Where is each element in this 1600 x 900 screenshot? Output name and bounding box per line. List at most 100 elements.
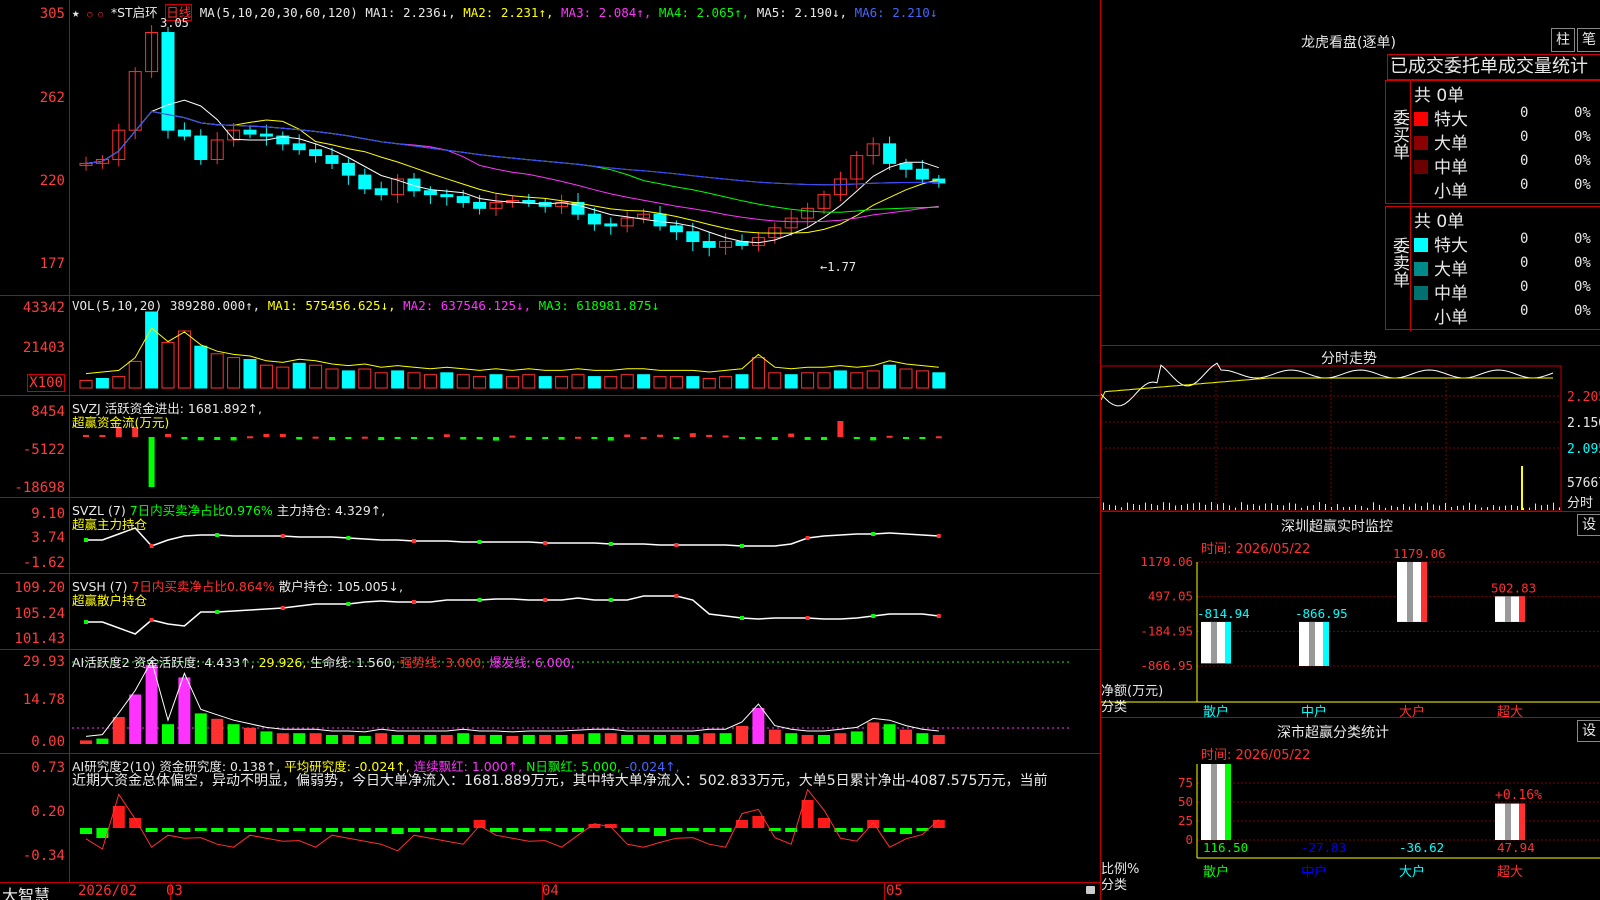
star-icon[interactable]: ★	[72, 5, 80, 20]
fenshi-volume-bar	[1523, 507, 1524, 510]
fenshi-volume-bar	[1175, 505, 1176, 510]
activity-bar	[506, 735, 519, 744]
research-bar	[358, 828, 371, 832]
lock-icon[interactable]	[1086, 886, 1095, 894]
volume-panel[interactable]: 43342 21403 X100 VOL(5,10,20) 389280.000…	[0, 296, 1100, 396]
holding-marker	[543, 541, 548, 545]
order-row-label: 中单	[1434, 158, 1468, 178]
activity-bar	[522, 735, 535, 744]
holding-marker	[674, 594, 679, 598]
activity-bar	[194, 713, 207, 744]
volume-bar	[883, 364, 897, 389]
x-axis-ticks	[170, 883, 171, 900]
activity-bar	[900, 729, 912, 744]
monitor-xlabel: 分类	[1101, 700, 1128, 715]
research-bar	[145, 828, 158, 832]
activity-bar	[604, 733, 617, 744]
order-row-value: 0	[1520, 129, 1529, 145]
svsh-ratio: 7日内买卖净占比0.864%	[131, 579, 275, 594]
ai-activity-panel[interactable]: 29.93 14.78 0.00 AI活跃度2 资金活跃度: 4.433↑, 2…	[0, 650, 1100, 754]
classify-chart[interactable]: 75 50 25 0 116.50 散户 -27.83 中户 -36.62 大户 47.94 超大	[1101, 718, 1600, 900]
fenshi-volume-bar	[1547, 504, 1548, 510]
fenshi-volume-bar	[1289, 502, 1290, 510]
fenshi-volume-bar	[1337, 503, 1338, 510]
monitor-ytick: 497.05	[1148, 589, 1193, 604]
flow-bar	[165, 433, 171, 437]
x-axis-ticks	[542, 883, 543, 900]
research-bar	[211, 828, 224, 832]
fenshi-panel[interactable]: 分时走势 2.205 2.150 2.095 57667 分时	[1100, 346, 1600, 512]
volume-bar	[358, 368, 372, 389]
volume-bar	[407, 372, 421, 389]
kline-chart[interactable]	[0, 0, 1100, 296]
activity-bar	[408, 735, 420, 744]
research-bar	[326, 828, 338, 832]
svzj-panel[interactable]: 8454 -5122 -18698 SVZJ 活跃资金进出: 1681.892↑…	[0, 396, 1100, 498]
classify-panel[interactable]: 深市超赢分类统计 设 时间: 2026/05/22 75 50 25 0 116.50 散…	[1100, 718, 1600, 900]
flow-bar	[279, 433, 286, 437]
research-bar	[293, 828, 306, 831]
fenshi-volume-bar	[1283, 505, 1284, 510]
fenshi-chart[interactable]	[1101, 346, 1600, 512]
flow-bar	[689, 433, 696, 437]
stock-name[interactable]: *ST启环	[111, 5, 158, 20]
fenshi-volume-bar	[1499, 506, 1500, 510]
holding-marker	[740, 616, 744, 620]
ai-research-panel[interactable]: 0.73 0.20 -0.34 AI研究度2(10) 资金研究度: 0.138↑…	[0, 754, 1100, 882]
activity-bar	[293, 733, 306, 744]
x-label: 03	[166, 883, 183, 899]
candle-body	[407, 178, 421, 192]
research-bar	[670, 828, 683, 832]
holding-marker	[280, 606, 285, 610]
monitor-category: 散户	[1203, 704, 1229, 718]
holding-marker	[215, 533, 220, 537]
bar-mode-button[interactable]: 柱	[1551, 28, 1575, 52]
monitor-ytick: -184.95	[1140, 623, 1193, 638]
volume-bar	[341, 370, 355, 389]
fenshi-volume-bar	[1139, 505, 1140, 510]
activity-bar	[112, 717, 125, 744]
order-row: 特大 0 0%	[1414, 105, 1600, 130]
volume-bar	[719, 376, 733, 389]
fenshi-volume-bar	[1169, 502, 1170, 510]
flow-bar	[99, 435, 106, 438]
flow-bar	[853, 437, 860, 439]
tick-mode-button[interactable]: 笔	[1577, 28, 1600, 52]
research-bar	[440, 828, 453, 832]
monitor-panel[interactable]: 深圳超赢实时监控 设 时间: 2026/05/22 1179.06 497.05-…	[1100, 512, 1600, 718]
low-price-note: ←1.77	[820, 260, 857, 274]
fenshi-volume-bar	[1223, 503, 1224, 510]
ai1-value2: 29.926,	[258, 655, 307, 670]
monitor-chart[interactable]: 1179.06 497.05 -184.95 -866.95 -814.94 散户 -866…	[1101, 512, 1600, 718]
fenshi-volume-bar	[1295, 503, 1296, 510]
order-row-value: 0	[1520, 153, 1529, 169]
research-bar	[473, 820, 486, 828]
ai-summary-text: 近期大资金总体偏空，异动不明显，偏弱势，今日大单净流入：1681.889万元，其…	[72, 773, 1048, 789]
ai1-strongline: 强势线: 3.000,	[399, 655, 486, 670]
fenshi-volume-bar	[1385, 507, 1386, 510]
longhu-panel[interactable]: 龙虎看盘(逐单) 柱 笔 已成交委托单成交量统计 委买单 共 0单 特大 0 0% 大…	[1100, 0, 1600, 346]
fenshi-volume-bar	[1373, 502, 1374, 510]
svsh-panel[interactable]: 109.20 105.24 101.43 SVSH (7) 7日内买卖净占比0.…	[0, 574, 1100, 650]
kline-panel[interactable]: 305 262 220 177 ★ ○ ○ *ST启环 日线 MA(5,10,2…	[0, 0, 1100, 296]
order-row-percent: 0%	[1574, 279, 1591, 295]
brand-logo[interactable]: 大智慧	[2, 882, 50, 900]
order-row-value: 0	[1520, 177, 1529, 193]
fenshi-volume-bar	[1277, 504, 1278, 510]
order-row-label: 小单	[1434, 308, 1468, 328]
flow-bar	[821, 437, 827, 441]
monitor-bar-accent	[1421, 562, 1427, 622]
ma1-value: MA1: 2.236↓,	[365, 5, 456, 20]
fenshi-volume-bar	[1217, 504, 1218, 510]
svzl-panel[interactable]: 9.10 3.74 -1.62 SVZL (7) 7日内买卖净占比0.976% …	[0, 498, 1100, 574]
monitor-category: 超大	[1497, 705, 1523, 718]
activity-bar	[686, 735, 699, 744]
research-bar	[391, 828, 404, 834]
flow-bar	[903, 437, 909, 439]
candle-body	[686, 231, 700, 243]
fenshi-volume-bar	[1187, 503, 1188, 510]
ma3-value: MA3: 2.084↑,	[561, 5, 652, 20]
activity-bar	[588, 733, 601, 744]
activity-bar	[276, 733, 289, 744]
candle-body	[177, 129, 191, 137]
